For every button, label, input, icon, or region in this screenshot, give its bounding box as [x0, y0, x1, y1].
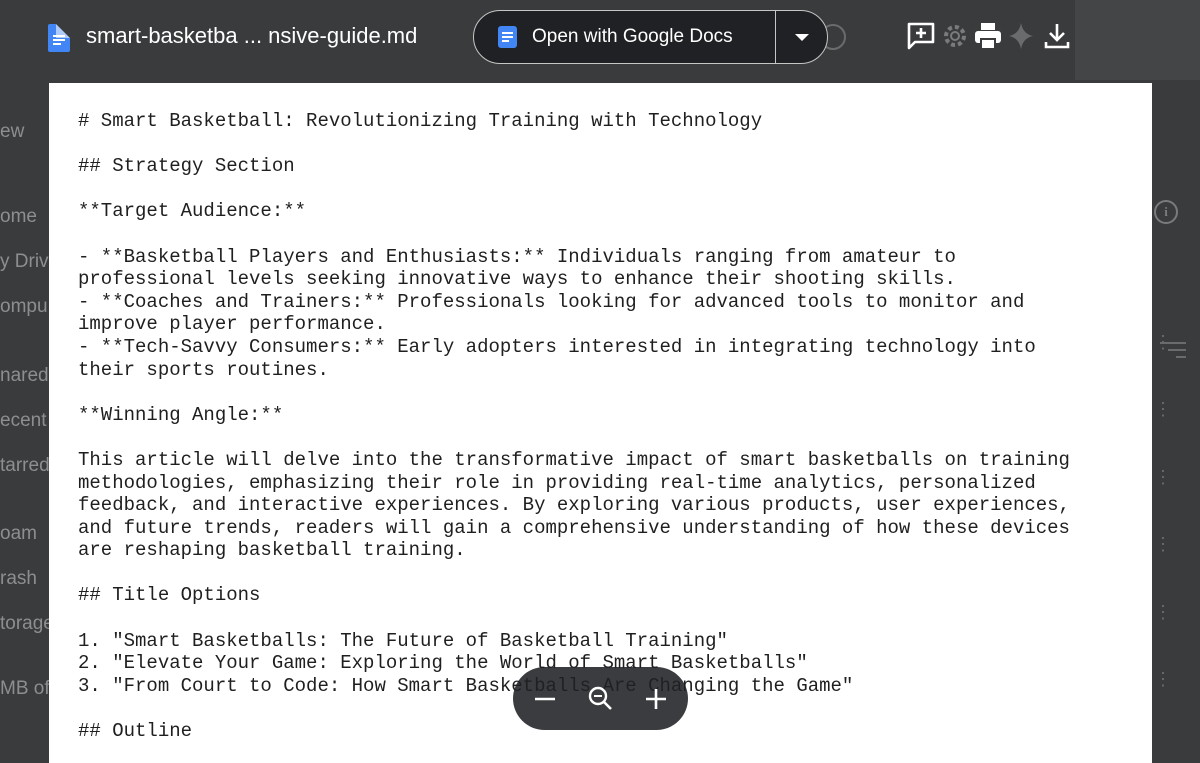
more-vert-icon: ⋮ — [1154, 669, 1172, 689]
background-sidebar-item: ompu — [0, 296, 48, 317]
zoom-reset-button[interactable] — [575, 667, 625, 730]
document-line: are reshaping basketball training. — [78, 539, 466, 562]
background-sidebar-item: oam — [0, 523, 37, 544]
more-vert-icon: ⋮ — [1154, 534, 1172, 554]
download-icon[interactable] — [1042, 20, 1072, 52]
file-name: smart-basketba ... nsive-guide.md — [86, 23, 418, 48]
background-sidebar-item: rash — [0, 568, 37, 589]
document-line: methodologies, emphasizing their role in… — [78, 471, 1036, 494]
zoom-in-button[interactable] — [631, 667, 681, 730]
background-sidebar-item: nared — [0, 365, 49, 386]
document-line: professional levels seeking innovative w… — [78, 268, 956, 291]
gear-icon[interactable] — [940, 20, 970, 52]
minus-icon — [535, 697, 555, 701]
open-with-google-docs-button[interactable]: Open with Google Docs — [474, 11, 776, 63]
background-sidebar-item: y Driv — [0, 251, 49, 272]
background-sidebar-item: tarred — [0, 455, 50, 476]
document-line: # Smart Basketball: Revolutionizing Trai… — [78, 110, 763, 132]
zoom-control — [513, 667, 688, 730]
printer-icon[interactable] — [972, 20, 1004, 52]
google-docs-icon — [498, 26, 517, 48]
document-line: - **Tech-Savvy Consumers:** Early adopte… — [78, 335, 1036, 358]
background-sidebar-item: ome — [0, 206, 37, 227]
document-line: ## Title Options — [78, 584, 261, 607]
document-line: feedback, and interactive experiences. B… — [78, 494, 1070, 517]
more-vert-icon: ⋮ — [1154, 332, 1172, 352]
document-line: and future trends, readers will gain a c… — [78, 516, 1070, 539]
document-line: **Target Audience:** — [78, 200, 307, 223]
background-sidebar-item: torage — [0, 613, 54, 634]
docs-file-icon — [48, 24, 70, 52]
sparkle-icon[interactable] — [1006, 20, 1036, 52]
chevron-down-icon — [794, 33, 809, 41]
add-comment-icon[interactable] — [905, 20, 937, 52]
document-line: - **Basketball Players and Enthusiasts:*… — [78, 245, 956, 268]
more-vert-icon: ⋮ — [1154, 399, 1172, 419]
document-text: # Smart Basketball: Revolutionizing Trai… — [78, 110, 1148, 743]
info-icon: i — [1154, 200, 1178, 224]
document-line: 3. "From Court to Code: How Smart Basket… — [78, 674, 854, 697]
plus-icon — [646, 689, 666, 709]
open-with-label: Open with Google Docs — [532, 26, 733, 47]
document-line: - **Coaches and Trainers:** Professional… — [78, 290, 1025, 313]
more-vert-icon: ⋮ — [1154, 467, 1172, 487]
document-line: ## Strategy Section — [78, 155, 295, 178]
background-sidebar-item: MB of — [0, 678, 50, 699]
document-line: their sports routines. — [78, 358, 329, 381]
document-line: **Winning Angle:** — [78, 403, 284, 426]
open-with-control: Open with Google Docs — [473, 10, 828, 64]
viewer-top-bar: smart-basketba ... nsive-guide.md Open w… — [0, 0, 1200, 80]
open-with-dropdown-button[interactable] — [776, 11, 827, 63]
zoom-out-button[interactable] — [519, 667, 569, 730]
magnifier-icon — [588, 686, 612, 710]
document-line: ## Outline — [78, 720, 193, 743]
background-sidebar-item: ew — [0, 121, 25, 142]
background-sidebar-item: ecent — [0, 410, 47, 431]
more-vert-icon: ⋮ — [1154, 602, 1172, 622]
document-line: 2. "Elevate Your Game: Exploring the Wor… — [78, 652, 808, 675]
document-page[interactable]: # Smart Basketball: Revolutionizing Trai… — [49, 83, 1152, 763]
document-line: improve player performance. — [78, 313, 386, 336]
document-line: This article will delve into the transfo… — [78, 448, 1070, 471]
document-line: 1. "Smart Basketballs: The Future of Bas… — [78, 629, 728, 652]
